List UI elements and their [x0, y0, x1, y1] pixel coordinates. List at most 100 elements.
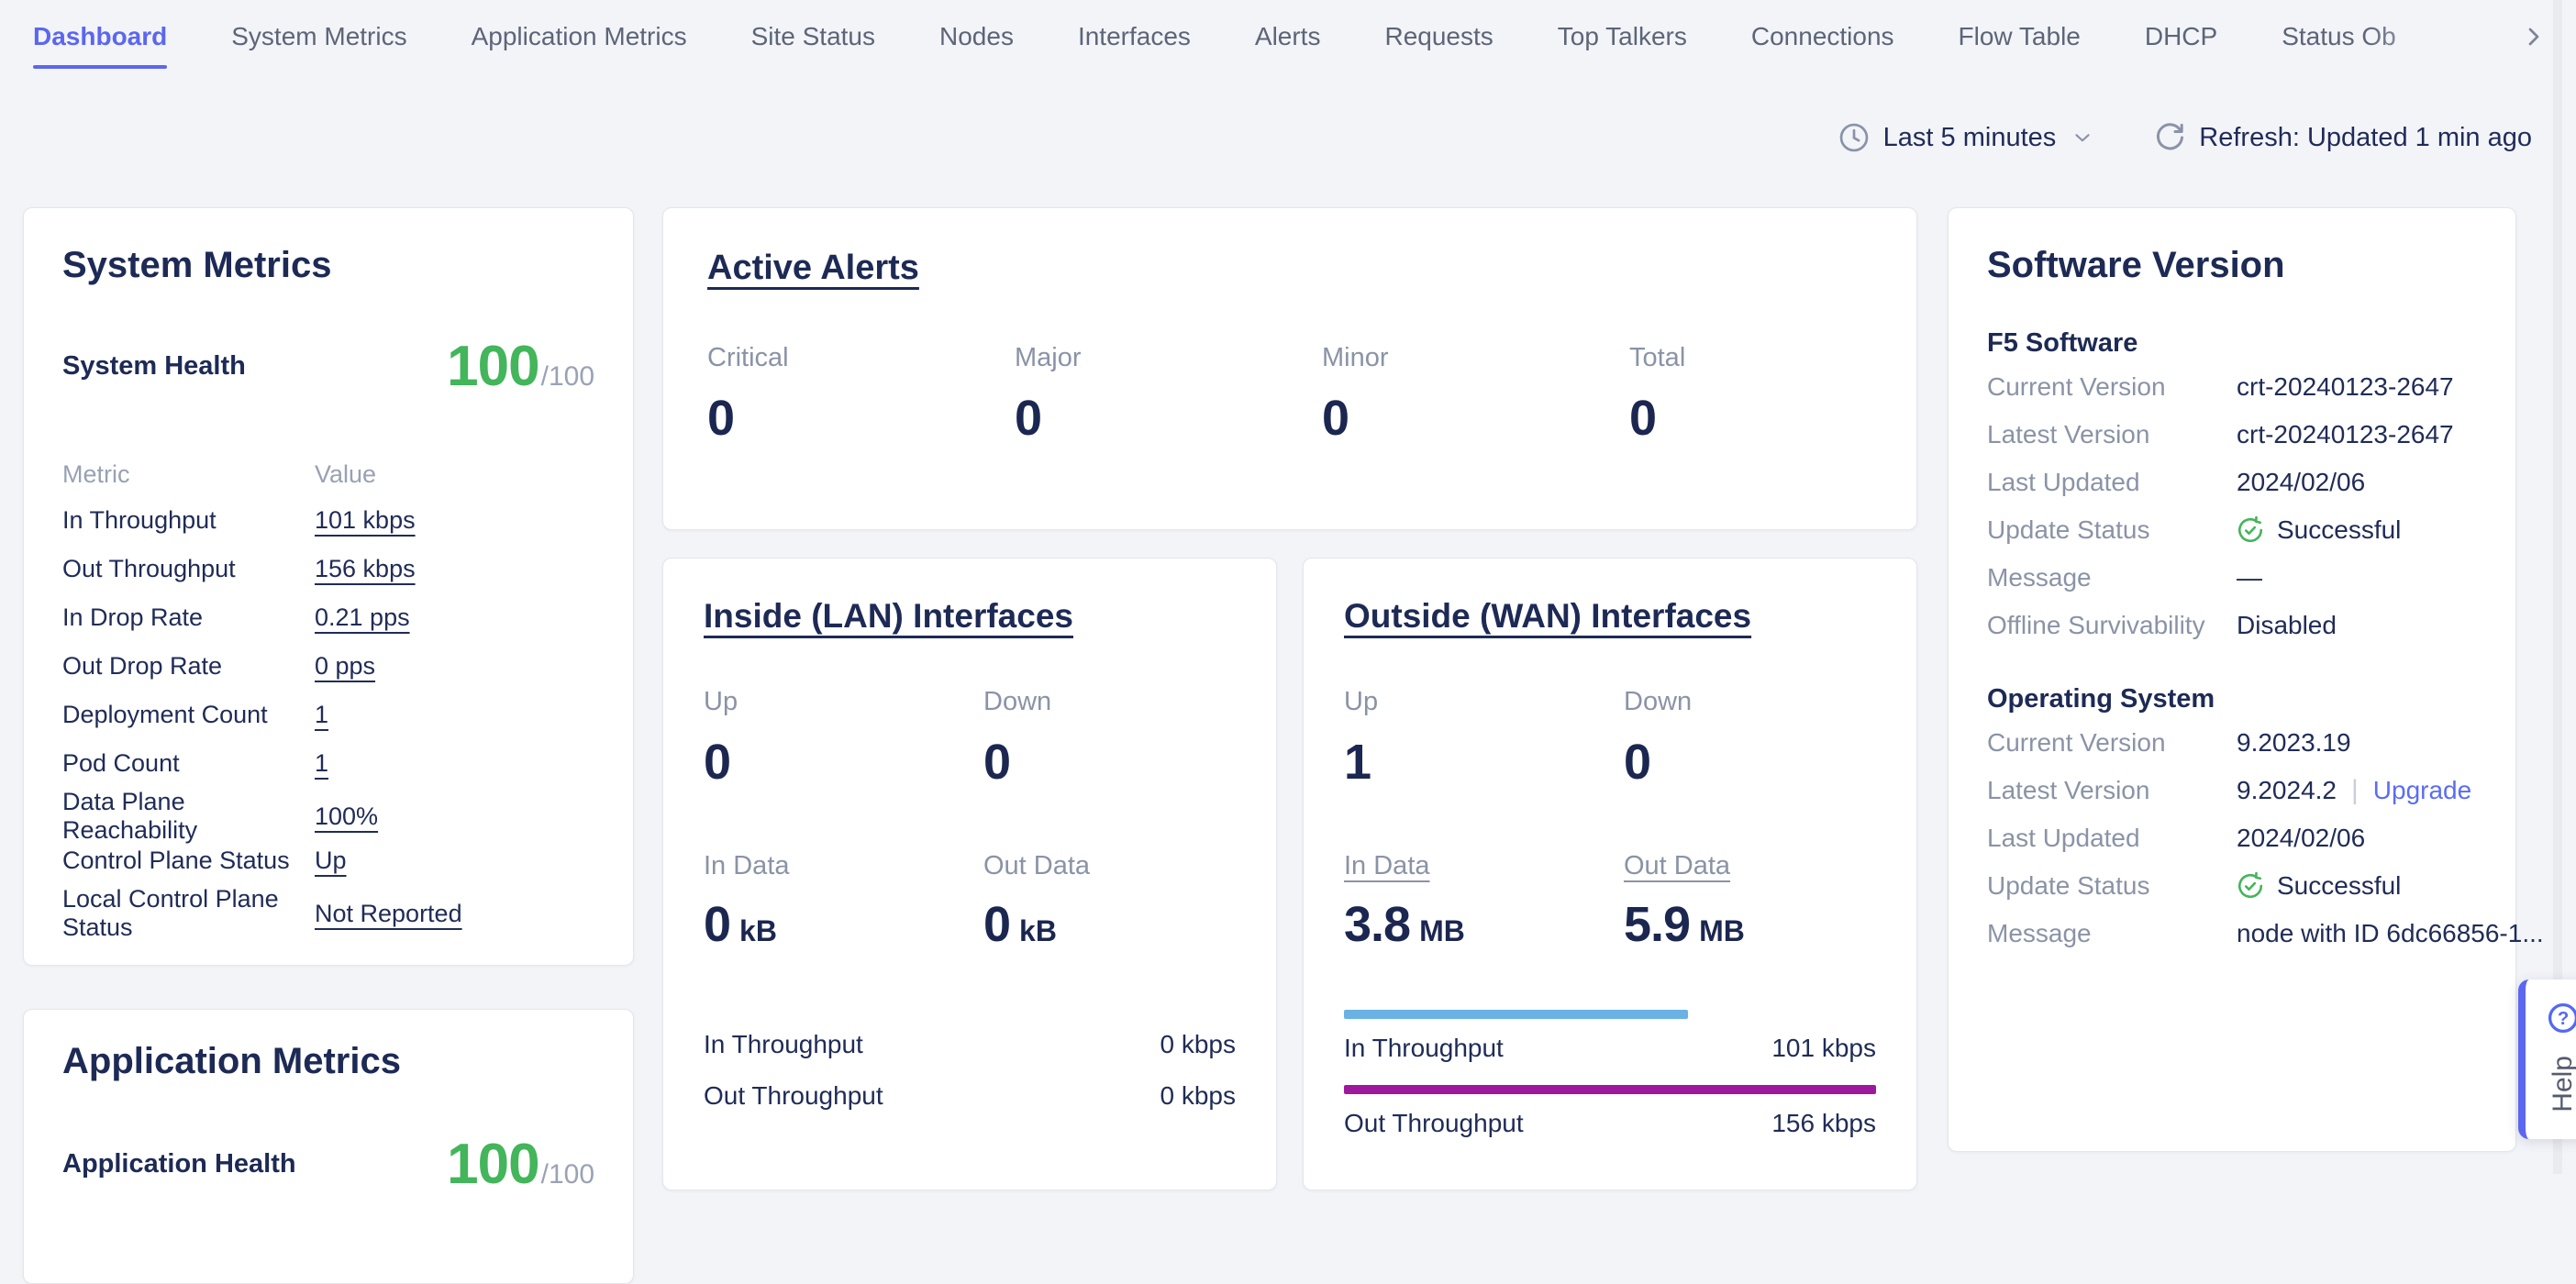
throughput-row: In Throughput101 kbps — [1344, 1034, 1876, 1063]
nav-scroll-right-button[interactable] — [2519, 22, 2548, 51]
alert-stat-critical: Critical0 — [707, 343, 1015, 447]
software-row: Current Version9.2023.19 — [1987, 719, 2477, 767]
stat-label: Up — [1344, 687, 1624, 717]
alert-stat-value: 0 — [1629, 390, 1937, 447]
metric-value-link[interactable]: Up — [315, 847, 347, 875]
metric-value-link[interactable]: 0.21 pps — [315, 603, 410, 632]
application-metrics-card: Application Metrics Application Health 1… — [23, 1009, 634, 1284]
throughput-label: Out Throughput — [704, 1081, 883, 1111]
table-row: Out Throughput156 kbps — [62, 545, 594, 593]
alert-stat-label: Minor — [1322, 343, 1629, 373]
nav-tab-top-talkers[interactable]: Top Talkers — [1558, 0, 1687, 73]
metric-label: Data Plane Reachability — [62, 788, 315, 845]
nav-tab-application-metrics[interactable]: Application Metrics — [472, 0, 687, 73]
software-version-card: Software Version F5 SoftwareCurrent Vers… — [1948, 207, 2516, 1152]
data-label-link[interactable]: Out Data — [1624, 851, 1730, 881]
throughput-label: Out Throughput — [1344, 1109, 1524, 1138]
lan-stat-up: Up 0 — [704, 687, 983, 791]
metric-label: Out Throughput — [62, 555, 315, 583]
wan-title-link[interactable]: Outside (WAN) Interfaces — [1344, 597, 1751, 636]
metric-value-link[interactable]: 1 — [315, 701, 328, 729]
application-health-label: Application Health — [62, 1149, 296, 1179]
metric-value-link[interactable]: 100% — [315, 802, 378, 831]
system-metrics-table: Metric Value In Throughput101 kbpsOut Th… — [62, 452, 594, 934]
upgrade-link[interactable]: Upgrade — [2373, 776, 2471, 805]
nav-tab-dhcp[interactable]: DHCP — [2145, 0, 2217, 73]
nav-tab-status-ob[interactable]: Status Ob — [2282, 0, 2396, 73]
stat-label: Up — [704, 687, 983, 717]
nav-tab-nodes[interactable]: Nodes — [939, 0, 1014, 73]
nav-tab-interfaces[interactable]: Interfaces — [1078, 0, 1191, 73]
software-row: Update StatusSuccessful — [1987, 506, 2477, 554]
nav-tab-site-status[interactable]: Site Status — [751, 0, 875, 73]
nav-tab-system-metrics[interactable]: System Metrics — [231, 0, 406, 73]
active-alerts-title-link[interactable]: Active Alerts — [707, 249, 919, 288]
stat-label: Down — [1624, 687, 1904, 717]
throughput-row: Out Throughput0 kbps — [704, 1081, 1236, 1111]
throughput-value: 0 kbps — [1160, 1030, 1237, 1059]
software-row-value: crt-20240123-2647 — [2237, 372, 2477, 402]
nav-tab-dashboard[interactable]: Dashboard — [33, 0, 167, 73]
chevron-down-icon[interactable] — [2071, 126, 2094, 149]
metric-value-link[interactable]: 0 pps — [315, 652, 375, 681]
active-alerts-card: Active Alerts Critical0Major0Minor0Total… — [662, 207, 1917, 530]
lan-in-data: In Data 0kB — [704, 851, 983, 953]
top-nav: Dashboard System Metrics Application Metri… — [0, 0, 2576, 73]
help-tab[interactable]: ? Help — [2518, 980, 2576, 1139]
software-row: Last Updated2024/02/06 — [1987, 814, 2477, 862]
update-status-value: Successful — [2237, 515, 2477, 545]
stat-value: 0 — [983, 734, 1263, 791]
software-row: Last Updated2024/02/06 — [1987, 459, 2477, 506]
lan-out-data: Out Data0kB — [983, 851, 1263, 953]
clock-icon — [1838, 121, 1871, 154]
wan-in-data: In Data3.8MB — [1344, 851, 1624, 953]
software-version-title: Software Version — [1987, 245, 2477, 286]
alert-stat-value: 0 — [707, 390, 1015, 447]
data-label: In Data — [704, 851, 790, 881]
table-row: Data Plane Reachability100% — [62, 788, 594, 836]
metric-value-link[interactable]: 156 kbps — [315, 555, 416, 583]
lan-interfaces-card: Inside (LAN) Interfaces Up0Down0 In Data… — [662, 558, 1277, 1190]
help-tab-label: Help — [2548, 1056, 2576, 1112]
throughput-row: In Throughput0 kbps — [704, 1030, 1236, 1059]
metric-value-link[interactable]: 1 — [315, 749, 328, 778]
nav-tab-flow-table[interactable]: Flow Table — [1959, 0, 2081, 73]
system-health-score: 100 /100 — [447, 334, 594, 399]
stat-value: 1 — [1344, 734, 1624, 791]
software-row: Latest Versioncrt-20240123-2647 — [1987, 411, 2477, 459]
system-metrics-title: System Metrics — [62, 245, 594, 286]
refresh-icon[interactable] — [2153, 121, 2186, 154]
software-row-label: Current Version — [1987, 372, 2237, 402]
data-number: 3.8 — [1344, 896, 1410, 953]
toolbar: Last 5 minutes Refresh: Updated 1 min ag… — [1838, 112, 2532, 163]
software-row-value: 2024/02/06 — [2237, 824, 2477, 853]
check-circle-icon — [2237, 516, 2264, 544]
chevron-right-icon — [2519, 39, 2548, 55]
nav-tab-requests[interactable]: Requests — [1384, 0, 1493, 73]
time-range-selector[interactable]: Last 5 minutes — [1883, 123, 2057, 153]
data-number: 0 — [983, 896, 1010, 953]
nav-tab-connections[interactable]: Connections — [1751, 0, 1894, 73]
metric-value-link[interactable]: 101 kbps — [315, 506, 416, 535]
metric-value-link[interactable]: Not Reported — [315, 900, 462, 928]
software-row-label: Last Updated — [1987, 468, 2237, 497]
data-label-link[interactable]: In Data — [1344, 851, 1430, 881]
throughput-bar — [1344, 1010, 1688, 1019]
lan-title-link[interactable]: Inside (LAN) Interfaces — [704, 597, 1073, 636]
alerts-stats: Critical0Major0Minor0Total0 — [707, 343, 1872, 447]
wan-throughput-list: In Throughput101 kbpsOut Throughput156 k… — [1344, 1010, 1876, 1138]
software-row-label: Message — [1987, 919, 2237, 948]
software-row-value: node with ID 6dc66856-1... — [2237, 919, 2544, 948]
refresh-status[interactable]: Refresh: Updated 1 min ago — [2199, 123, 2532, 153]
stat-value: 0 — [704, 734, 983, 791]
metric-label: Control Plane Status — [62, 847, 315, 875]
stat-value: 0 — [1624, 734, 1904, 791]
data-value: 0kB — [704, 896, 983, 953]
software-row-label: Update Status — [1987, 515, 2237, 545]
alert-stat-major: Major0 — [1015, 343, 1322, 447]
lan-data-stats: In Data0kBOut Data0kB — [704, 851, 1236, 953]
nav-tab-alerts[interactable]: Alerts — [1255, 0, 1321, 73]
software-row-label: Latest Version — [1987, 420, 2237, 449]
software-row: Update StatusSuccessful — [1987, 862, 2477, 910]
metric-label: In Throughput — [62, 506, 315, 535]
